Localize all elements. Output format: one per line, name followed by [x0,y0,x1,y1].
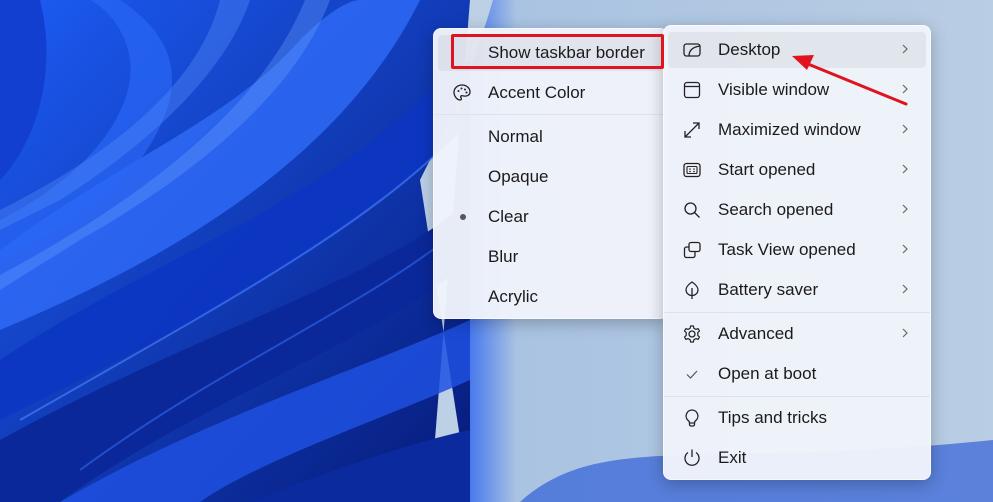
menu-item-desktop[interactable]: Desktop [668,32,926,68]
menu-item-blur[interactable]: Blur [438,239,663,275]
palette-icon [453,84,471,101]
menu-item-label: Maximized window [718,120,861,139]
window-icon [683,81,701,99]
menu-item-label: Normal [488,127,543,146]
menu-item-advanced[interactable]: Advanced [668,316,926,352]
menu-item-show-taskbar-border[interactable]: Show taskbar border [438,35,663,71]
menu-item-label: Exit [718,448,747,467]
menu-item-label: Clear [488,207,529,226]
menu-item-tips-and-tricks[interactable]: Tips and tricks [668,400,926,436]
chevron-right-icon [902,284,908,294]
start-icon [683,162,701,178]
check-icon [686,370,698,379]
chevron-right-icon [902,328,908,338]
lightbulb-icon [685,409,699,427]
maximize-icon [684,122,700,138]
menu-item-opaque[interactable]: Opaque [438,159,663,195]
menu-item-label: Search opened [718,200,834,219]
menu-item-maximized-window[interactable]: Maximized window [668,112,926,148]
menu-item-label: Acrylic [488,287,539,306]
menu-item-label: Task View opened [718,240,856,259]
menu-item-visible-window[interactable]: Visible window [668,72,926,108]
menu-item-exit[interactable]: Exit [668,440,926,476]
search-icon [684,202,700,218]
chevron-right-icon [902,204,908,214]
menu-item-label: Show taskbar border [488,43,645,62]
menu-item-label: Start opened [718,160,816,179]
menu-item-label: Battery saver [718,280,819,299]
menu-item-search-opened[interactable]: Search opened [668,192,926,228]
chevron-right-icon [902,244,908,254]
menu-item-label: Opaque [488,167,549,186]
menu-item-label: Tips and tricks [718,408,827,427]
menu-item-open-at-boot[interactable]: Open at boot [668,356,926,392]
menu-item-battery-saver[interactable]: Battery saver [668,272,926,308]
gear-icon [683,325,701,343]
menu-item-label: Desktop [718,40,781,59]
leaf-icon [685,281,699,299]
chevron-right-icon [902,84,908,94]
menu-item-normal[interactable]: Normal [438,119,663,155]
chevron-right-icon [902,124,908,134]
menu-separator [664,312,930,313]
chevron-right-icon [902,44,908,54]
menu-item-label: Visible window [718,80,830,99]
menu-separator [664,396,930,397]
menu-item-start-opened[interactable]: Start opened [668,152,926,188]
menu-item-accent-color[interactable]: Accent Color [438,75,663,111]
taskbar-context-menu: Desktop Visible window Maximized window … [663,25,931,480]
menu-item-acrylic[interactable]: Acrylic [438,279,663,315]
taskbar-style-submenu: Show taskbar border Accent Color Normal … [433,28,668,319]
menu-item-label: Accent Color [488,83,586,102]
selected-dot-icon [460,214,466,220]
desktop-icon [683,43,701,57]
menu-item-clear[interactable]: Clear [438,199,663,235]
menu-item-label: Open at boot [718,364,817,383]
menu-item-label: Blur [488,247,519,266]
menu-separator [434,114,667,115]
chevron-right-icon [902,164,908,174]
menu-item-label: Advanced [718,324,794,343]
menu-item-task-view-opened[interactable]: Task View opened [668,232,926,268]
task-view-icon [683,241,701,259]
power-icon [684,449,700,466]
